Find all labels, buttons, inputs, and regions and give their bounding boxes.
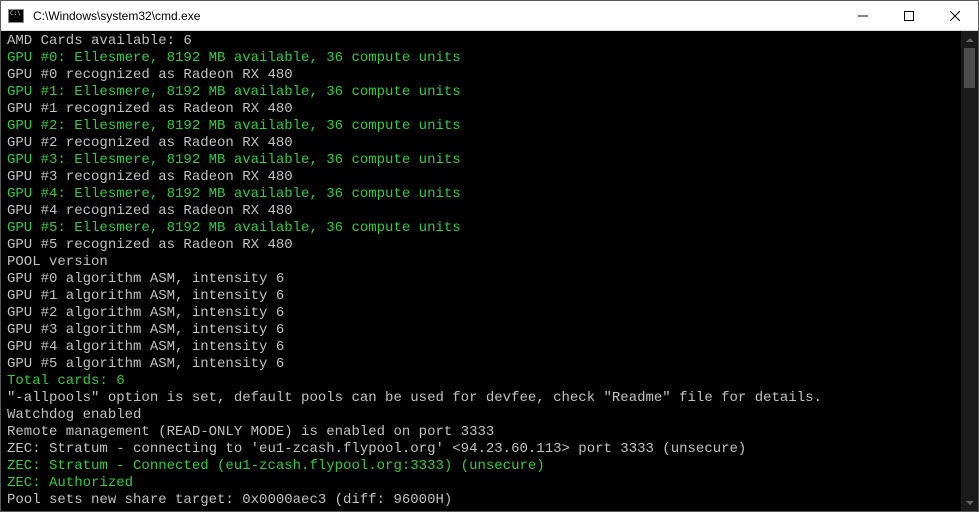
terminal-line: GPU #1 algorithm ASM, intensity 6 [7, 288, 961, 305]
terminal-line: ZEC: Stratum - connecting to 'eu1-zcash.… [7, 441, 961, 458]
terminal-line: GPU #0: Ellesmere, 8192 MB available, 36… [7, 50, 961, 67]
terminal-line: GPU #1: Ellesmere, 8192 MB available, 36… [7, 84, 961, 101]
terminal-line: GPU #3: Ellesmere, 8192 MB available, 36… [7, 152, 961, 169]
terminal-line: GPU #1 recognized as Radeon RX 480 [7, 101, 961, 118]
terminal-line: Total cards: 6 [7, 373, 961, 390]
terminal-output[interactable]: AMD Cards available: 6GPU #0: Ellesmere,… [1, 31, 961, 511]
maximize-icon [904, 11, 914, 21]
command-prompt-window: C:\Windows\system32\cmd.exe AMD Cards av… [0, 0, 979, 512]
terminal-line: GPU #5: Ellesmere, 8192 MB available, 36… [7, 220, 961, 237]
scroll-up-button[interactable] [961, 31, 978, 48]
terminal-line: GPU #2 recognized as Radeon RX 480 [7, 135, 961, 152]
close-button[interactable] [932, 1, 978, 30]
terminal-line: GPU #2: Ellesmere, 8192 MB available, 36… [7, 118, 961, 135]
scroll-down-button[interactable] [961, 494, 978, 511]
titlebar[interactable]: C:\Windows\system32\cmd.exe [1, 1, 978, 31]
terminal-line: GPU #4 algorithm ASM, intensity 6 [7, 339, 961, 356]
terminal-line: GPU #5 algorithm ASM, intensity 6 [7, 356, 961, 373]
window-controls [840, 1, 978, 30]
cmd-icon [8, 9, 24, 23]
terminal-line: Watchdog enabled [7, 407, 961, 424]
terminal-line: ZEC: Authorized [7, 475, 961, 492]
maximize-button[interactable] [886, 1, 932, 30]
minimize-button[interactable] [840, 1, 886, 30]
terminal-line: ZEC: Stratum - Connected (eu1-zcash.flyp… [7, 458, 961, 475]
terminal-area: AMD Cards available: 6GPU #0: Ellesmere,… [1, 31, 978, 511]
terminal-line: GPU #4 recognized as Radeon RX 480 [7, 203, 961, 220]
terminal-line: "-allpools" option is set, default pools… [7, 390, 961, 407]
terminal-line: POOL version [7, 254, 961, 271]
terminal-line: GPU #0 algorithm ASM, intensity 6 [7, 271, 961, 288]
terminal-line: AMD Cards available: 6 [7, 33, 961, 50]
terminal-line: GPU #3 algorithm ASM, intensity 6 [7, 322, 961, 339]
terminal-line: GPU #0 recognized as Radeon RX 480 [7, 67, 961, 84]
scrollbar-vertical[interactable] [961, 31, 978, 511]
close-icon [950, 11, 960, 21]
terminal-line: GPU #3 recognized as Radeon RX 480 [7, 169, 961, 186]
chevron-down-icon [966, 501, 974, 505]
chevron-up-icon [966, 38, 974, 42]
window-title: C:\Windows\system32\cmd.exe [31, 9, 840, 23]
terminal-line: GPU #4: Ellesmere, 8192 MB available, 36… [7, 186, 961, 203]
terminal-line: GPU #2 algorithm ASM, intensity 6 [7, 305, 961, 322]
scroll-thumb[interactable] [964, 48, 975, 88]
terminal-line: GPU #5 recognized as Radeon RX 480 [7, 237, 961, 254]
minimize-icon [858, 11, 868, 21]
app-icon [1, 1, 31, 31]
terminal-line: Pool sets new share target: 0x0000aec3 (… [7, 492, 961, 509]
terminal-line: Remote management (READ-ONLY MODE) is en… [7, 424, 961, 441]
